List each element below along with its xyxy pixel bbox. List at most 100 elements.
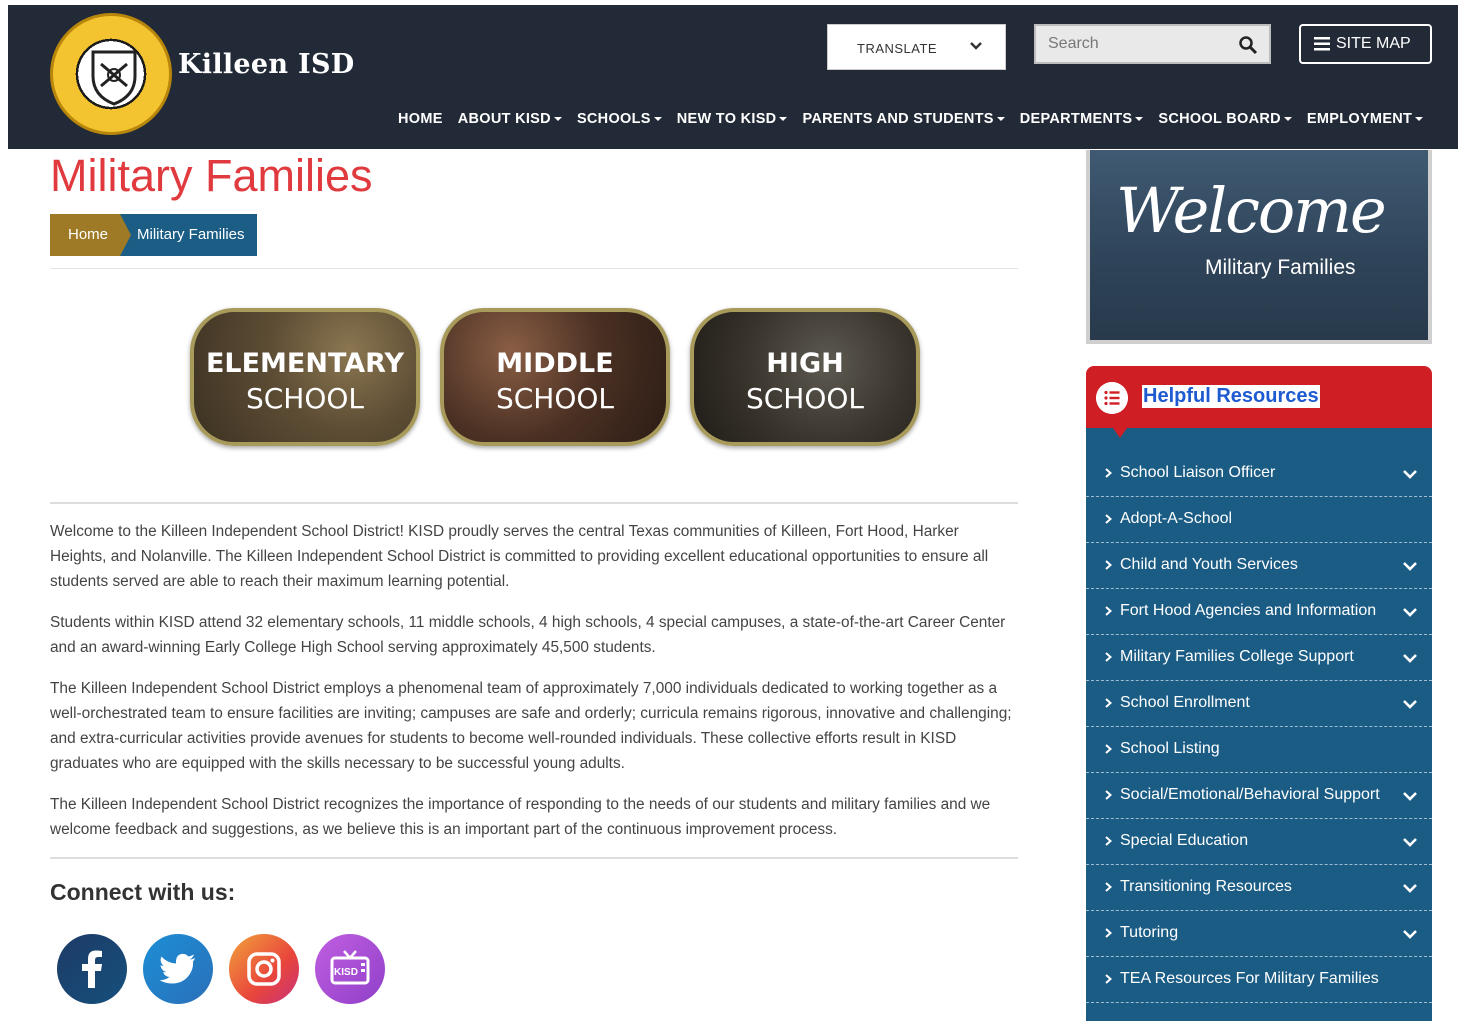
- welcome-military-banner: Welcome Military Families: [1086, 150, 1432, 344]
- resource-item[interactable]: Special Education: [1086, 819, 1432, 865]
- nav-departments[interactable]: DEPARTMENTS: [1020, 111, 1144, 127]
- chevron-down-icon[interactable]: [1402, 606, 1418, 618]
- chevron-down-icon[interactable]: [1402, 652, 1418, 664]
- instagram-icon: [247, 952, 281, 986]
- resource-item[interactable]: School Enrollment: [1086, 681, 1432, 727]
- television-icon: KISD: [330, 950, 370, 985]
- caret-down-icon: [553, 117, 562, 121]
- chevron-right-icon: [1105, 514, 1112, 524]
- helpful-resources-header: Helpful Resources: [1086, 366, 1432, 438]
- resource-label: Child and Youth Services: [1120, 556, 1298, 573]
- chevron-down-icon[interactable]: [1402, 468, 1418, 480]
- resource-item[interactable]: TEA Resources For Military Families: [1086, 957, 1432, 1003]
- school-button-sublabel: SCHOOL: [245, 382, 365, 415]
- resource-item[interactable]: School Liaison Officer: [1086, 451, 1432, 497]
- facebook-link[interactable]: [57, 934, 127, 1004]
- divider: [50, 857, 1018, 859]
- kisd-tv-link[interactable]: KISD: [315, 934, 385, 1004]
- school-button-sublabel: SCHOOL: [495, 382, 615, 415]
- resource-label: TEA Resources For Military Families: [1120, 970, 1379, 987]
- nav-label: SCHOOL BOARD: [1158, 111, 1281, 127]
- resource-item[interactable]: Social/Emotional/Behavioral Support: [1086, 773, 1432, 819]
- district-seal-logo[interactable]: [50, 13, 172, 135]
- translate-dropdown[interactable]: TRANSLATE: [827, 24, 1006, 70]
- resource-label: Social/Emotional/Behavioral Support: [1120, 786, 1380, 803]
- nav-label: ABOUT KISD: [457, 111, 551, 127]
- twitter-link[interactable]: [143, 934, 213, 1004]
- resource-label: School Enrollment: [1120, 694, 1250, 711]
- site-map-button[interactable]: SITE MAP: [1299, 24, 1432, 64]
- resource-item[interactable]: Fort Hood Agencies and Information: [1086, 589, 1432, 635]
- nav-about-kisd[interactable]: ABOUT KISD: [458, 111, 562, 127]
- breadcrumb-home-link[interactable]: Home: [50, 214, 132, 256]
- translate-label: TRANSLATE: [857, 41, 938, 56]
- kisd-tv-label: KISD: [334, 967, 358, 978]
- chevron-down-icon[interactable]: [1402, 836, 1418, 848]
- welcome-subtitle: Military Families: [1205, 256, 1356, 279]
- elementary-school-button[interactable]: ELEMENTARY SCHOOL: [190, 308, 420, 446]
- connect-heading: Connect with us:: [50, 879, 236, 905]
- paragraph: Students within KISD attend 32 elementar…: [50, 614, 1006, 656]
- middle-school-button[interactable]: MIDDLE SCHOOL: [440, 308, 670, 446]
- page-title: Military Families: [50, 150, 373, 201]
- nav-label: NEW TO KISD: [676, 111, 777, 127]
- helpful-resources-list: School Liaison Officer Adopt-A-School Chil…: [1086, 428, 1432, 1021]
- resource-label: School Listing: [1120, 740, 1220, 757]
- search-input[interactable]: [1036, 26, 1226, 62]
- chevron-right-icon: [1105, 698, 1112, 708]
- school-button-label: ELEMENTARY: [205, 348, 405, 379]
- nav-new-to-kisd[interactable]: NEW TO KISD: [677, 111, 788, 127]
- search-icon[interactable]: [1238, 35, 1258, 55]
- chevron-down-icon[interactable]: [1402, 790, 1418, 802]
- resource-item[interactable]: Child and Youth Services: [1086, 543, 1432, 589]
- nav-label: PARENTS AND STUDENTS: [802, 111, 994, 127]
- divider: [50, 268, 1018, 269]
- resource-item[interactable]: Military Families College Support: [1086, 635, 1432, 681]
- helpful-resources-title: Helpful Resources: [1142, 385, 1320, 408]
- chevron-down-icon[interactable]: [1402, 560, 1418, 572]
- site-map-label: SITE MAP: [1336, 35, 1411, 52]
- resource-item[interactable]: Tutoring: [1086, 911, 1432, 957]
- resource-label: Tutoring: [1120, 924, 1179, 941]
- nav-home[interactable]: HOME: [398, 111, 443, 127]
- chevron-down-icon[interactable]: [1402, 882, 1418, 894]
- resource-item[interactable]: Transitioning Resources: [1086, 865, 1432, 911]
- resource-item[interactable]: School Listing: [1086, 727, 1432, 773]
- resource-label: Fort Hood Agencies and Information: [1120, 602, 1377, 619]
- list-icon: [1096, 382, 1128, 414]
- welcome-script-text: Welcome: [1116, 174, 1387, 247]
- search-box: [1034, 24, 1271, 64]
- resource-label: Transitioning Resources: [1120, 878, 1292, 895]
- school-button-label: MIDDLE: [496, 348, 614, 379]
- nav-parents-and-students[interactable]: PARENTS AND STUDENTS: [802, 111, 1005, 127]
- chevron-right-icon: [1105, 560, 1112, 570]
- chevron-right-icon: [1105, 790, 1112, 800]
- nav-label: EMPLOYMENT: [1306, 111, 1413, 127]
- breadcrumb: Home Military Families: [50, 214, 257, 256]
- menu-icon: [1314, 37, 1330, 51]
- nav-label: HOME: [398, 111, 443, 127]
- resource-label: Adopt-A-School: [1120, 510, 1233, 527]
- district-name[interactable]: Killeen ISD: [178, 49, 354, 80]
- twitter-icon: [159, 953, 195, 984]
- chevron-down-icon[interactable]: [1402, 928, 1418, 940]
- caret-down-icon: [996, 117, 1005, 121]
- resource-item[interactable]: Adopt-A-School: [1086, 497, 1432, 543]
- school-button-label: HIGH: [766, 348, 844, 379]
- nav-label: DEPARTMENTS: [1019, 111, 1133, 127]
- paragraph: The Killeen Independent School District …: [50, 680, 1012, 772]
- chevron-right-icon: [1105, 882, 1112, 892]
- chevron-right-icon: [1105, 744, 1112, 754]
- chevron-right-icon: [1105, 836, 1112, 846]
- chevron-down-icon: [970, 42, 982, 50]
- nav-school-board[interactable]: SCHOOL BOARD: [1158, 111, 1292, 127]
- nav-employment[interactable]: EMPLOYMENT: [1306, 111, 1424, 127]
- instagram-link[interactable]: [229, 934, 299, 1004]
- high-school-button[interactable]: HIGH SCHOOL: [690, 308, 920, 446]
- nav-schools[interactable]: SCHOOLS: [577, 111, 662, 127]
- chevron-down-icon[interactable]: [1402, 698, 1418, 710]
- resource-label: Special Education: [1120, 832, 1249, 849]
- chevron-right-icon: [1105, 974, 1112, 984]
- divider: [50, 502, 1018, 504]
- facebook-icon: [82, 950, 102, 988]
